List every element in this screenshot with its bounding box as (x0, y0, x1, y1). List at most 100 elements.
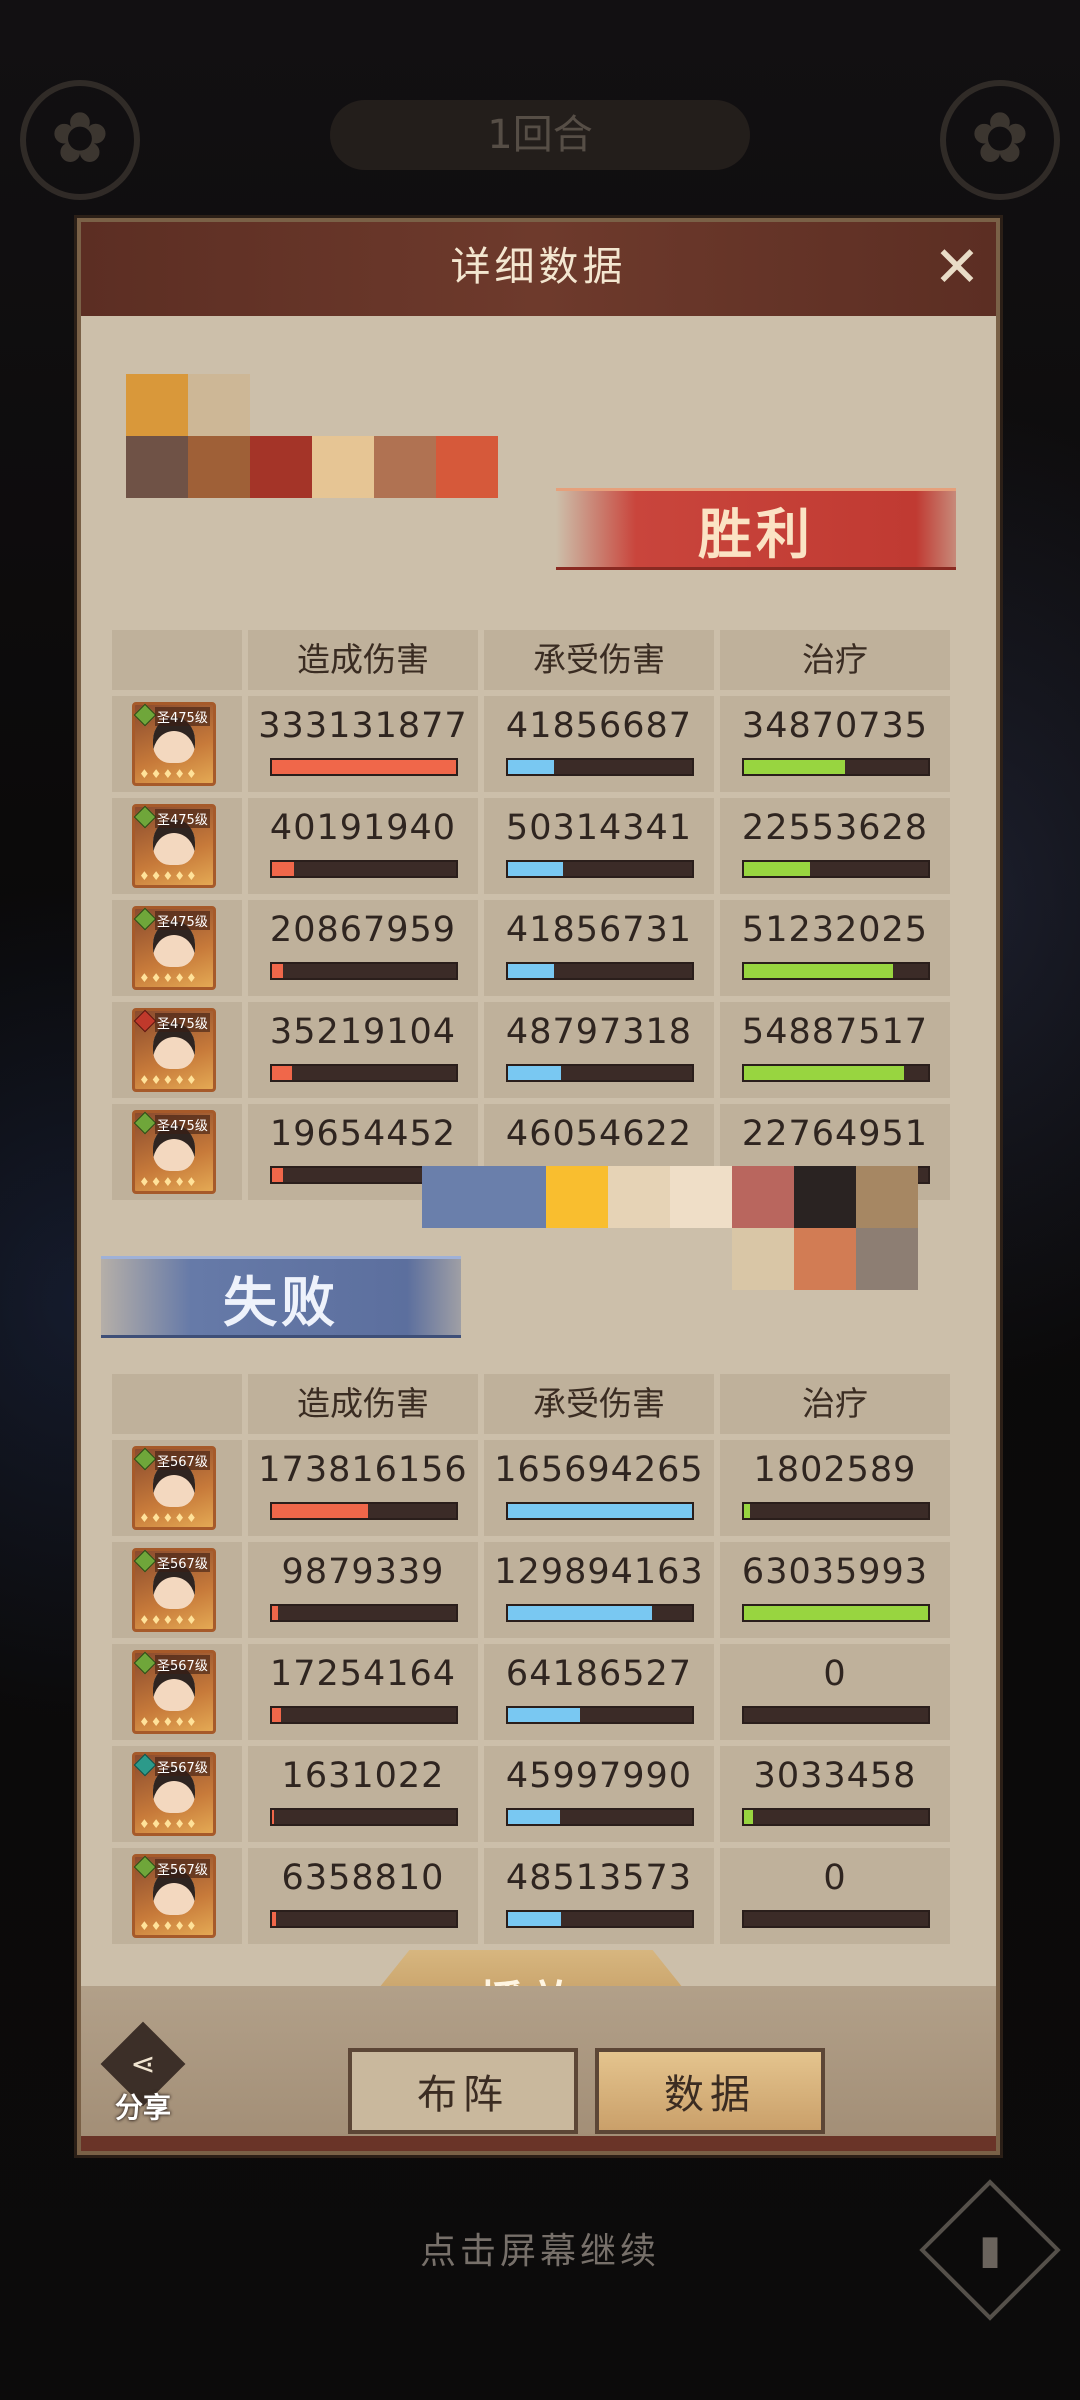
hero-level: 圣567级 (155, 1553, 210, 1572)
healing-value: 3033458 (753, 1756, 917, 1796)
banner-tile (608, 1166, 670, 1228)
hero-avatar[interactable]: 圣567级 ♦♦♦♦♦ (132, 1548, 216, 1632)
damage-dealt-bar (270, 1808, 458, 1826)
damage-dealt-value: 35219104 (269, 1012, 457, 1052)
star-rating-icon: ♦♦♦♦♦ (139, 971, 198, 985)
hero-level: 圣567级 (155, 1757, 210, 1776)
damage-taken-value: 41856687 (505, 706, 693, 746)
healing-value: 1802589 (753, 1450, 917, 1490)
banner-tile (856, 1166, 918, 1228)
star-rating-icon: ♦♦♦♦♦ (139, 1613, 198, 1627)
close-button[interactable]: ✕ (929, 240, 985, 298)
banner-tile (670, 1166, 732, 1228)
damage-dealt-fill (272, 1606, 278, 1620)
defeat-ribbon: 失败 (101, 1256, 461, 1338)
damage-taken-bar (506, 1808, 694, 1826)
damage-dealt-cell: 6358810 (248, 1848, 478, 1944)
banner-tile (374, 436, 436, 498)
hero-avatar[interactable]: 圣475级 ♦♦♦♦♦ (132, 804, 216, 888)
banner-tile (250, 436, 312, 498)
healing-fill (744, 1504, 750, 1518)
hero-cell: 圣567级 ♦♦♦♦♦ (112, 1542, 242, 1638)
star-rating-icon: ♦♦♦♦♦ (139, 1817, 198, 1831)
hero-cell: 圣475级 ♦♦♦♦♦ (112, 1104, 242, 1200)
data-button[interactable]: 数据 (595, 2048, 825, 2134)
header-healing: 治疗 (720, 1374, 950, 1434)
banner-tile (188, 436, 250, 498)
share-button[interactable]: ⋖ 分享 (100, 2021, 186, 2124)
damage-dealt-value: 19654452 (269, 1114, 457, 1154)
loser-banner-bottom (732, 1228, 918, 1290)
star-rating-icon: ♦♦♦♦♦ (139, 869, 198, 883)
rank-icon (133, 1855, 157, 1879)
damage-dealt-cell: 1631022 (248, 1746, 478, 1842)
damage-dealt-value: 333131877 (258, 706, 468, 746)
damage-dealt-cell: 17254164 (248, 1644, 478, 1740)
rank-icon (133, 1009, 157, 1033)
hero-level: 圣475级 (155, 911, 210, 930)
hero-stat-row: 圣475级 ♦♦♦♦♦ 20867959 41856731 51232025 (112, 900, 951, 996)
damage-dealt-fill (272, 760, 456, 774)
damage-taken-cell: 48797318 (484, 1002, 714, 1098)
healing-value: 0 (823, 1858, 847, 1898)
hero-avatar[interactable]: 圣475级 ♦♦♦♦♦ (132, 906, 216, 990)
damage-taken-bar (506, 860, 694, 878)
damage-dealt-value: 1631022 (281, 1756, 445, 1796)
header-label: 承受伤害 (533, 1384, 665, 1423)
banner-tile (422, 1166, 484, 1228)
emblem-right-icon: ✿ (940, 80, 1060, 200)
healing-bar (742, 1502, 930, 1520)
damage-taken-value: 129894163 (494, 1552, 704, 1592)
damage-dealt-bar (270, 962, 458, 980)
damage-taken-value: 165694265 (494, 1450, 704, 1490)
bar-chart-icon[interactable]: ▮ (955, 2222, 1025, 2278)
healing-value: 51232025 (741, 910, 929, 950)
rank-icon (133, 1753, 157, 1777)
hero-cell: 圣475级 ♦♦♦♦♦ (112, 696, 242, 792)
damage-dealt-fill (272, 1504, 368, 1518)
hero-avatar[interactable]: 圣567级 ♦♦♦♦♦ (132, 1650, 216, 1734)
banner-tile (484, 1166, 546, 1228)
star-rating-icon: ♦♦♦♦♦ (139, 1919, 198, 1933)
damage-taken-fill (508, 1606, 652, 1620)
damage-taken-fill (508, 1708, 580, 1722)
healing-cell: 54887517 (720, 1002, 950, 1098)
damage-dealt-fill (272, 1810, 274, 1824)
hero-avatar[interactable]: 圣475级 ♦♦♦♦♦ (132, 1110, 216, 1194)
hero-avatar[interactable]: 圣567级 ♦♦♦♦♦ (132, 1752, 216, 1836)
damage-dealt-cell: 20867959 (248, 900, 478, 996)
tap-to-continue[interactable]: 点击屏幕继续 (0, 2222, 1080, 2274)
emblem-left-icon: ✿ (20, 80, 140, 200)
damage-taken-value: 41856731 (505, 910, 693, 950)
hero-stat-row: 圣475级 ♦♦♦♦♦ 333131877 41856687 34870735 (112, 696, 951, 792)
damage-dealt-bar (270, 1064, 458, 1082)
healing-fill (744, 862, 811, 876)
hero-cell: 圣567级 ♦♦♦♦♦ (112, 1746, 242, 1842)
healing-bar (742, 1910, 930, 1928)
healing-fill (744, 1606, 928, 1620)
rank-icon (133, 1549, 157, 1573)
damage-taken-bar (506, 1502, 694, 1520)
damage-dealt-bar (270, 758, 458, 776)
hero-avatar[interactable]: 圣567级 ♦♦♦♦♦ (132, 1854, 216, 1938)
banner-tile (732, 1228, 794, 1290)
healing-bar (742, 1706, 930, 1724)
damage-taken-value: 48797318 (505, 1012, 693, 1052)
healing-bar (742, 1064, 930, 1082)
hero-avatar[interactable]: 圣475级 ♦♦♦♦♦ (132, 1008, 216, 1092)
hero-level: 圣475级 (155, 707, 210, 726)
header-label: 造成伤害 (297, 1384, 429, 1423)
healing-value: 54887517 (741, 1012, 929, 1052)
header-label: 造成伤害 (297, 640, 429, 679)
banner-tile (546, 1166, 608, 1228)
damage-taken-cell: 129894163 (484, 1542, 714, 1638)
formation-button[interactable]: 布阵 (348, 2048, 578, 2134)
damage-taken-fill (508, 1504, 692, 1518)
damage-taken-fill (508, 1810, 560, 1824)
hero-cell: 圣567级 ♦♦♦♦♦ (112, 1440, 242, 1536)
hero-cell: 圣475级 ♦♦♦♦♦ (112, 1002, 242, 1098)
hero-stat-row: 圣475级 ♦♦♦♦♦ 35219104 48797318 54887517 (112, 1002, 951, 1098)
winner-banner-bottom (126, 436, 498, 498)
hero-avatar[interactable]: 圣567级 ♦♦♦♦♦ (132, 1446, 216, 1530)
hero-avatar[interactable]: 圣475级 ♦♦♦♦♦ (132, 702, 216, 786)
